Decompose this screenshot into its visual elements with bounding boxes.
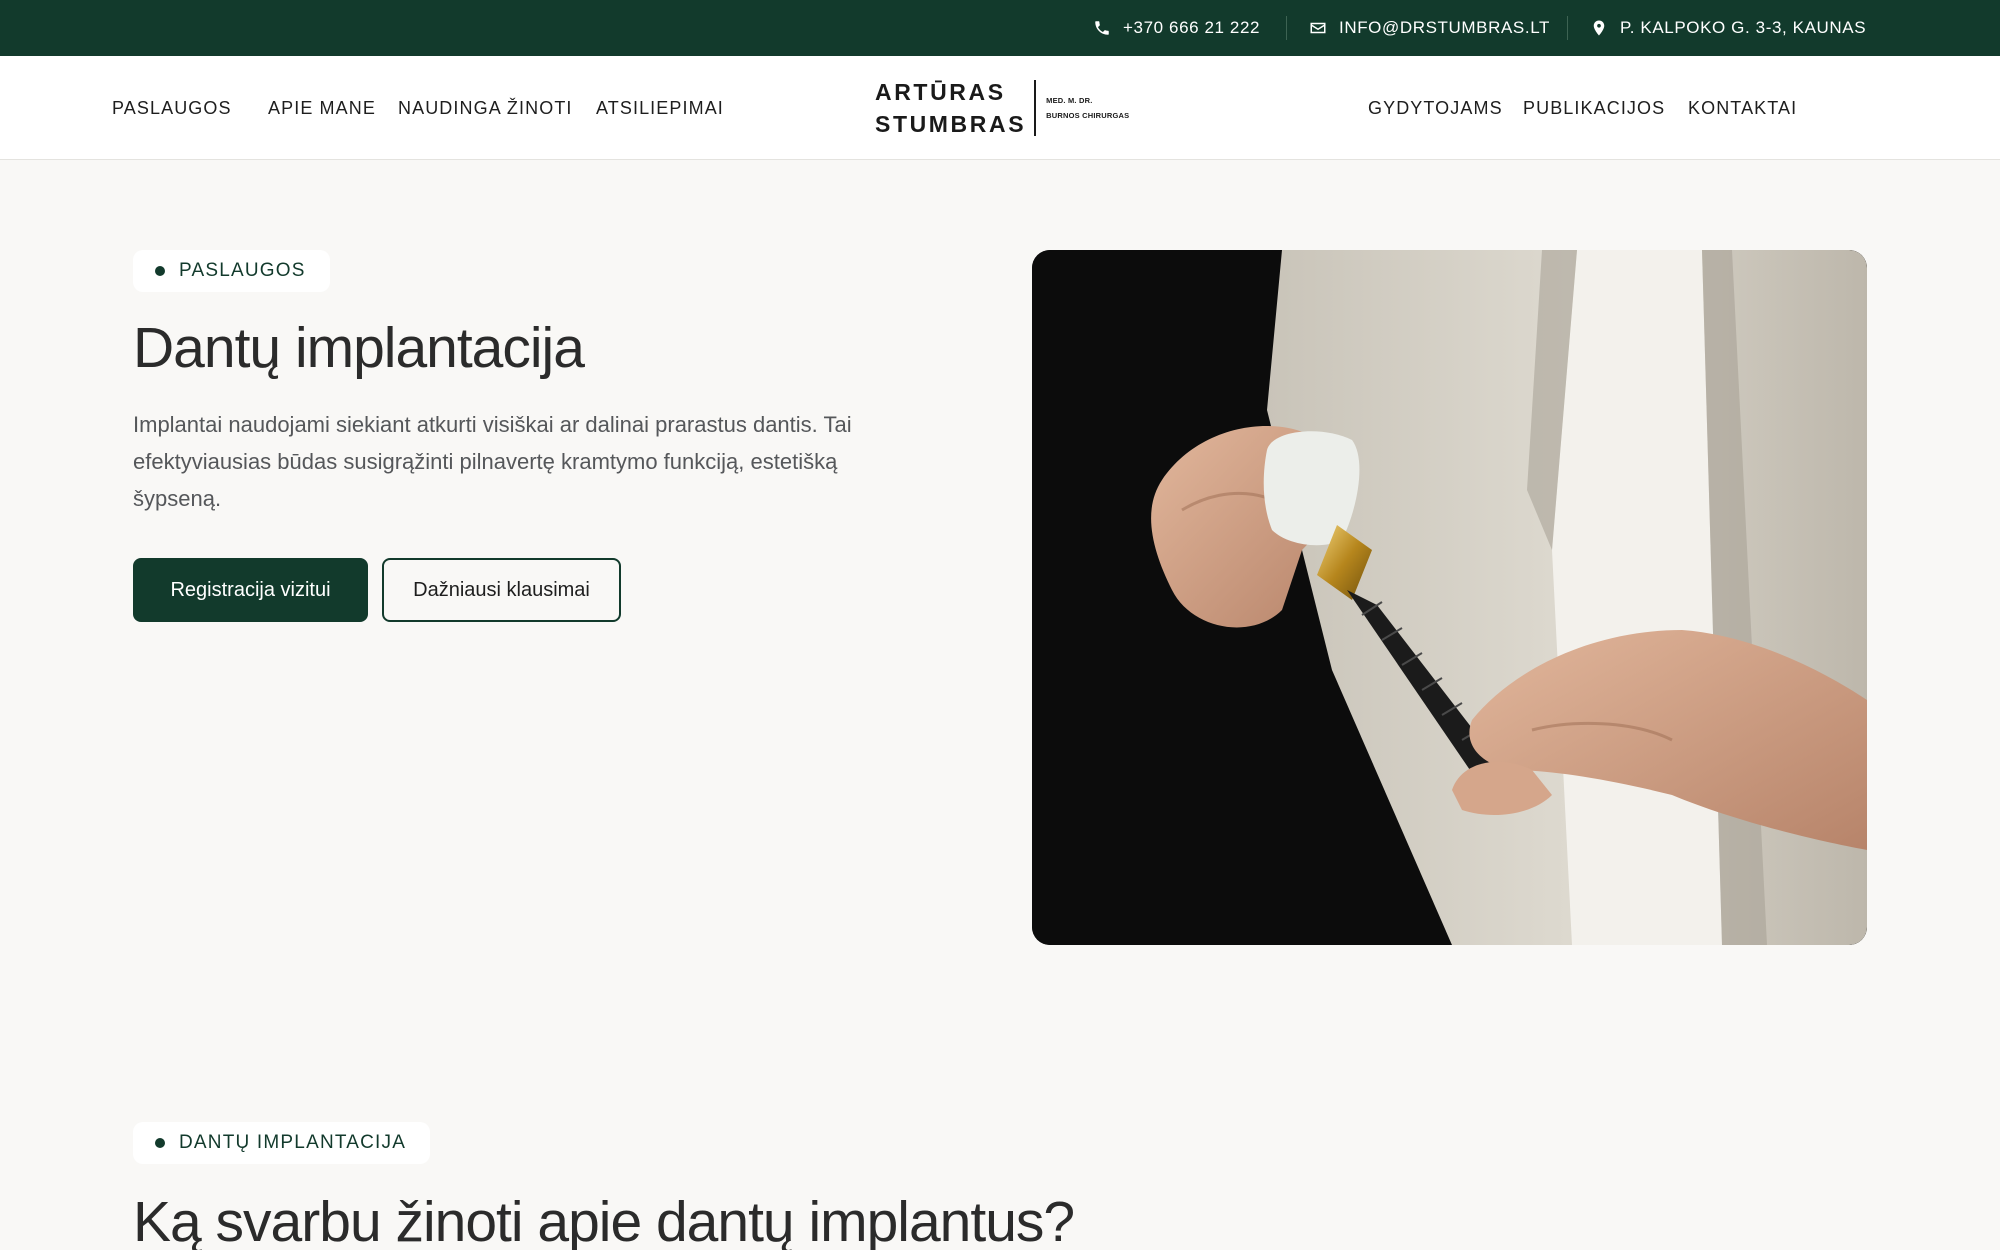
logo-sub-line2: BURNOS CHIRURGAS [1046,111,1130,120]
main-header: PASLAUGOS APIE MANE NAUDINGA ŽINOTI ATSI… [0,56,2000,160]
logo-name-line1: ARTŪRAS [875,79,1006,105]
top-contact-bar: +370 666 21 222 INFO@DRSTUMBRAS.LT P. KA… [0,0,2000,56]
hero-description: Implantai naudojami siekiant atkurti vis… [133,412,852,511]
book-visit-button[interactable]: Registracija vizitui [133,558,368,622]
nav-item-gydytojams[interactable]: GYDYTOJAMS [1368,56,1503,160]
hero-badge: PASLAUGOS [133,250,330,292]
logo-name-line2: STUMBRAS [875,111,1027,137]
nav-item-atsiliepimai[interactable]: ATSILIEPIMAI [596,56,724,160]
phone-number: +370 666 21 222 [1123,18,1261,37]
mail-icon [1310,22,1326,34]
logo-sub-line1: MED. M. DR. [1046,96,1093,105]
nav-item-naudinga-zinoti[interactable]: NAUDINGA ŽINOTI [398,56,573,160]
implant-photo [1032,250,1867,945]
nav-item-paslaugos[interactable]: PASLAUGOS [112,56,232,160]
nav-item-kontaktai[interactable]: KONTAKTAI [1688,56,1797,160]
site-logo[interactable]: ARTŪRAS STUMBRAS MED. M. DR. BURNOS CHIR… [875,76,1129,140]
email-link[interactable]: INFO@DRSTUMBRAS.LT [1309,0,1550,56]
section-title: Ką svarbu žinoti apie dantų implantus? [133,1190,1075,1250]
address-text: P. KALPOKO G. 3-3, KAUNAS [1620,18,1867,37]
address-link[interactable]: P. KALPOKO G. 3-3, KAUNAS [1590,0,1866,56]
topbar-divider [1567,16,1568,40]
location-pin-icon [1593,20,1605,36]
badge-dot-icon [155,266,165,276]
section-badge-label: DANTŲ IMPLANTACIJA [179,1132,407,1153]
page-title: Dantų implantacija [133,316,585,380]
nav-item-apie-mane[interactable]: APIE MANE [268,56,376,160]
hero-badge-label: PASLAUGOS [179,260,306,281]
faq-button[interactable]: Dažniausi klausimai [382,558,621,622]
badge-dot-icon [155,1138,165,1148]
logo-divider [1034,80,1037,136]
phone-icon [1095,21,1109,35]
section-badge: DANTŲ IMPLANTACIJA [133,1122,431,1164]
nav-item-publikacijos[interactable]: PUBLIKACIJOS [1523,56,1665,160]
logo-name: ARTŪRAS STUMBRAS [875,76,1026,140]
phone-link[interactable]: +370 666 21 222 [1093,0,1260,56]
topbar-divider [1286,16,1287,40]
email-address: INFO@DRSTUMBRAS.LT [1339,18,1550,37]
hero-image [1032,250,1867,945]
logo-subtitle: MED. M. DR. BURNOS CHIRURGAS [1046,93,1129,123]
